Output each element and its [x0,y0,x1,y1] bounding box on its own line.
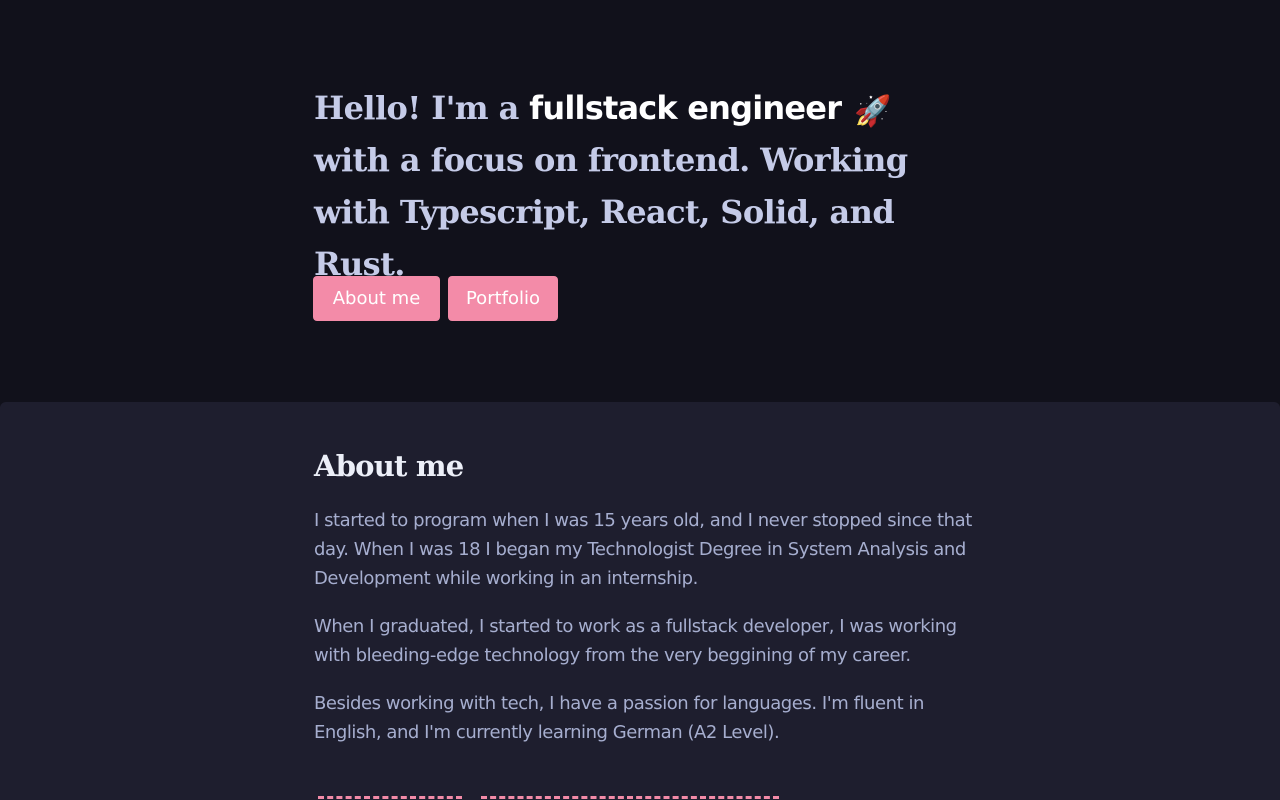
hero-headline: Hello! I'm a fullstack engineer 🚀 with a… [314,82,974,290]
dashed-line-short [318,796,462,799]
about-title: About me [314,449,464,483]
about-section: About me I started to program when I was… [0,402,1280,800]
hero-section: Hello! I'm a fullstack engineer 🚀 with a… [0,0,1280,402]
portfolio-button[interactable]: Portfolio [448,276,558,321]
about-me-button[interactable]: About me [313,276,440,321]
hero-content: Hello! I'm a fullstack engineer 🚀 with a… [314,82,974,290]
about-paragraph: I started to program when I was 15 years… [314,510,972,589]
dashed-line-long [481,796,779,799]
headline-rest: with a focus on frontend. Working with T… [314,141,908,283]
hero-buttons: About me Portfolio [313,276,558,321]
rocket-icon: 🚀 [854,94,892,129]
about-content: About me I started to program when I was… [314,446,974,766]
headline-highlight: fullstack engineer [529,89,842,127]
dashed-divider [318,796,780,800]
about-paragraph: When I graduated, I started to work as a… [314,616,957,666]
headline-intro: Hello! I'm a [314,89,530,127]
about-paragraph: Besides working with tech, I have a pass… [314,693,924,743]
